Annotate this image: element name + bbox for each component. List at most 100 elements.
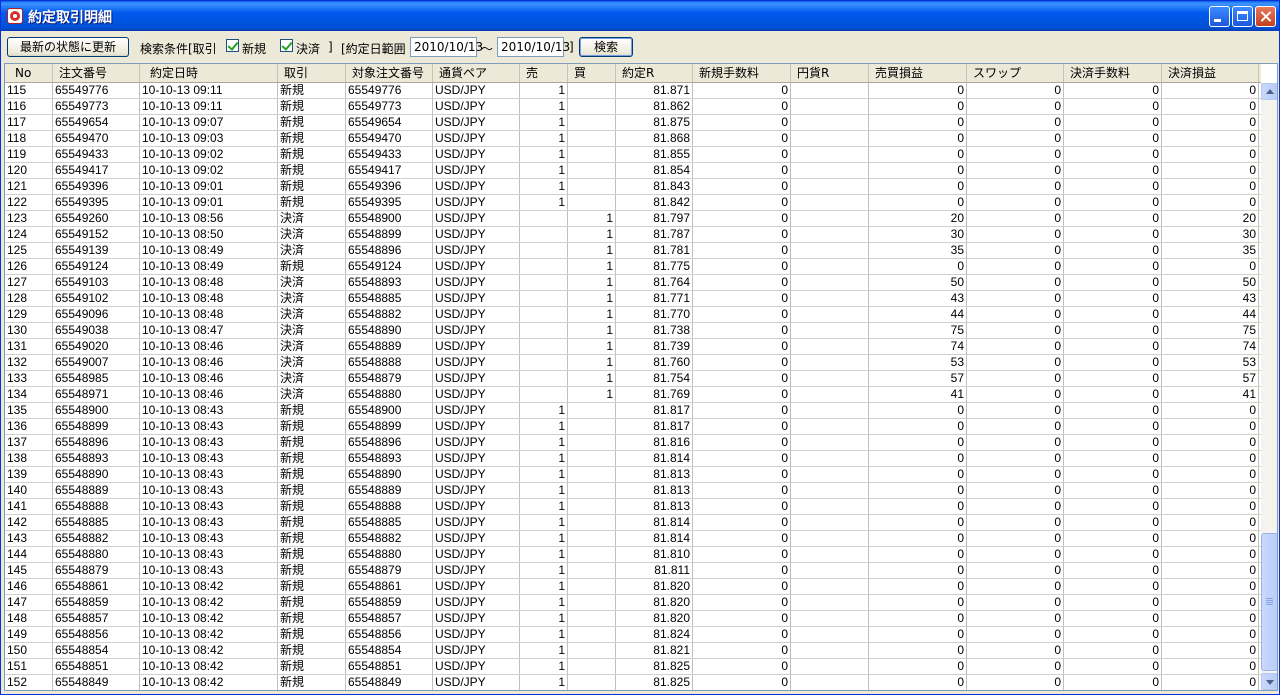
table-row[interactable]: 125 65549139 10-10-13 08:49 決済 65548896 USD/J… xyxy=(5,243,1261,259)
column-header[interactable]: スワップ xyxy=(967,64,1064,82)
table-row[interactable]: 135 65548900 10-10-13 08:43 新規 65548900 USD/J… xyxy=(5,403,1261,419)
table-row[interactable]: 126 65549124 10-10-13 08:49 新規 65549124 USD/J… xyxy=(5,259,1261,275)
table-row[interactable]: 124 65549152 10-10-13 08:50 決済 65548899 USD/J… xyxy=(5,227,1261,243)
table-cell xyxy=(568,675,616,690)
column-header[interactable]: 注文番号 xyxy=(53,64,140,82)
table-cell: 1 xyxy=(568,339,616,354)
settle-checkbox-label[interactable]: 決済 xyxy=(296,40,320,57)
close-button[interactable] xyxy=(1255,6,1276,27)
table-cell: 0 xyxy=(1064,595,1162,610)
table-row[interactable]: 145 65548879 10-10-13 08:43 新規 65548879 USD/J… xyxy=(5,563,1261,579)
table-row[interactable]: 130 65549038 10-10-13 08:47 決済 65548890 USD/J… xyxy=(5,323,1261,339)
column-header[interactable]: 買 xyxy=(568,64,616,82)
date-from-input[interactable]: 2010/10/13 xyxy=(410,37,483,57)
scroll-down-icon[interactable] xyxy=(1261,673,1277,690)
table-cell: 0 xyxy=(967,147,1064,162)
column-header[interactable]: 決済手数料 xyxy=(1064,64,1162,82)
table-row[interactable]: 118 65549470 10-10-13 09:03 新規 65549470 USD/J… xyxy=(5,131,1261,147)
table-row[interactable]: 142 65548885 10-10-13 08:43 新規 65548885 USD/J… xyxy=(5,515,1261,531)
column-header[interactable]: 通貨ペア xyxy=(433,64,520,82)
table-cell xyxy=(791,547,869,562)
column-header[interactable]: 円貨R xyxy=(791,64,869,82)
table-row[interactable]: 129 65549096 10-10-13 08:48 決済 65548882 USD/J… xyxy=(5,307,1261,323)
app-icon[interactable] xyxy=(7,8,23,24)
table-cell: 0 xyxy=(693,131,791,146)
table-row[interactable]: 123 65549260 10-10-13 08:56 決済 65548900 USD/J… xyxy=(5,211,1261,227)
table-cell: 81.814 xyxy=(616,515,693,530)
table-cell: 144 xyxy=(5,547,53,562)
table-row[interactable]: 152 65548849 10-10-13 08:42 新規 65548849 USD/J… xyxy=(5,675,1261,690)
date-range-label: [約定日範囲 xyxy=(341,42,406,56)
table-row[interactable]: 150 65548854 10-10-13 08:42 新規 65548854 USD/J… xyxy=(5,643,1261,659)
table-cell: 新規 xyxy=(278,611,346,626)
table-cell: 0 xyxy=(693,291,791,306)
table-cell: 65548880 xyxy=(346,387,433,402)
column-header[interactable]: 新規手数料 xyxy=(693,64,791,82)
table-row[interactable]: 143 65548882 10-10-13 08:43 新規 65548882 USD/J… xyxy=(5,531,1261,547)
new-checkbox-label[interactable]: 新規 xyxy=(242,40,266,57)
table-cell: 決済 xyxy=(278,275,346,290)
table-row[interactable]: 146 65548861 10-10-13 08:42 新規 65548861 USD/J… xyxy=(5,579,1261,595)
table-row[interactable]: 136 65548899 10-10-13 08:43 新規 65548899 USD/J… xyxy=(5,419,1261,435)
table-cell: 65549417 xyxy=(346,163,433,178)
table-row[interactable]: 127 65549103 10-10-13 08:48 決済 65548893 USD/J… xyxy=(5,275,1261,291)
search-button[interactable]: 検索 xyxy=(579,37,633,57)
table-row[interactable]: 138 65548893 10-10-13 08:43 新規 65548893 USD/J… xyxy=(5,451,1261,467)
table-row[interactable]: 117 65549654 10-10-13 09:07 新規 65549654 USD/J… xyxy=(5,115,1261,131)
table-cell: 81.843 xyxy=(616,179,693,194)
table-cell: 65548859 xyxy=(346,595,433,610)
table-row[interactable]: 132 65549007 10-10-13 08:46 決済 65548888 USD/J… xyxy=(5,355,1261,371)
date-to-input[interactable]: 2010/10/13 xyxy=(497,37,570,57)
table-row[interactable]: 122 65549395 10-10-13 09:01 新規 65549395 USD/J… xyxy=(5,195,1261,211)
new-checkbox[interactable] xyxy=(226,39,239,52)
table-cell: 1 xyxy=(520,579,568,594)
table-cell: 0 xyxy=(693,579,791,594)
vertical-scrollbar[interactable] xyxy=(1261,83,1277,690)
column-header[interactable]: 売買損益 xyxy=(869,64,967,82)
table-row[interactable]: 119 65549433 10-10-13 09:02 新規 65549433 USD/J… xyxy=(5,147,1261,163)
column-header[interactable]: 約定R xyxy=(616,64,693,82)
table-row[interactable]: 148 65548857 10-10-13 08:42 新規 65548857 USD/J… xyxy=(5,611,1261,627)
table-row[interactable]: 147 65548859 10-10-13 08:42 新規 65548859 USD/J… xyxy=(5,595,1261,611)
table-row[interactable]: 133 65548985 10-10-13 08:46 決済 65548879 USD/J… xyxy=(5,371,1261,387)
table-cell: 1 xyxy=(520,643,568,658)
column-header[interactable]: 対象注文番号 xyxy=(346,64,433,82)
table-cell: 134 xyxy=(5,387,53,402)
column-header[interactable]: 売 xyxy=(520,64,568,82)
table-cell: 0 xyxy=(1162,627,1259,642)
scroll-thumb[interactable] xyxy=(1261,533,1277,671)
table-row[interactable]: 131 65549020 10-10-13 08:46 決済 65548889 USD/J… xyxy=(5,339,1261,355)
table-row[interactable]: 144 65548880 10-10-13 08:43 新規 65548880 USD/J… xyxy=(5,547,1261,563)
settle-checkbox[interactable] xyxy=(280,39,293,52)
table-cell: 0 xyxy=(1162,643,1259,658)
table-row[interactable]: 140 65548889 10-10-13 08:43 新規 65548889 USD/J… xyxy=(5,483,1261,499)
table-row[interactable]: 115 65549776 10-10-13 09:11 新規 65549776 USD/J… xyxy=(5,83,1261,99)
minimize-button[interactable] xyxy=(1209,6,1230,27)
refresh-button[interactable]: 最新の状態に更新 xyxy=(7,37,129,57)
table-cell xyxy=(568,611,616,626)
title-bar[interactable]: 約定取引明細 xyxy=(1,1,1279,31)
table-row[interactable]: 149 65548856 10-10-13 08:42 新規 65548856 USD/J… xyxy=(5,627,1261,643)
table-row[interactable]: 120 65549417 10-10-13 09:02 新規 65549417 USD/J… xyxy=(5,163,1261,179)
table-row[interactable]: 116 65549773 10-10-13 09:11 新規 65549773 USD/J… xyxy=(5,99,1261,115)
toolbar: 最新の状態に更新 検索条件[取引 新規 決済 ] [約定日範囲 2010/10/… xyxy=(1,31,1279,61)
trade-table: No 注文番号 約定日時 取引 対象注文番号 通貨ペア売買約定R 新規手数料 円貨R 売買損益ス… xyxy=(4,63,1278,691)
maximize-button[interactable] xyxy=(1232,6,1253,27)
table-cell: 0 xyxy=(1064,195,1162,210)
table-row[interactable]: 121 65549396 10-10-13 09:01 新規 65549396 USD/J… xyxy=(5,179,1261,195)
table-cell: 1 xyxy=(520,195,568,210)
table-cell: 10-10-13 08:42 xyxy=(140,611,278,626)
table-cell: 81.820 xyxy=(616,579,693,594)
table-row[interactable]: 141 65548888 10-10-13 08:43 新規 65548888 USD/J… xyxy=(5,499,1261,515)
column-header[interactable]: 約定日時 xyxy=(140,64,278,82)
scroll-up-icon[interactable] xyxy=(1261,83,1277,100)
column-header[interactable]: 決済損益 xyxy=(1162,64,1259,82)
table-row[interactable]: 134 65548971 10-10-13 08:46 決済 65548880 USD/J… xyxy=(5,387,1261,403)
table-row[interactable]: 151 65548851 10-10-13 08:42 新規 65548851 USD/J… xyxy=(5,659,1261,675)
column-header[interactable]: 取引 xyxy=(278,64,346,82)
table-row[interactable]: 137 65548896 10-10-13 08:43 新規 65548896 USD/J… xyxy=(5,435,1261,451)
table-cell: 65549396 xyxy=(346,179,433,194)
table-row[interactable]: 139 65548890 10-10-13 08:43 新規 65548890 USD/J… xyxy=(5,467,1261,483)
table-row[interactable]: 128 65549102 10-10-13 08:48 決済 65548885 USD/J… xyxy=(5,291,1261,307)
column-header[interactable]: No xyxy=(5,64,53,82)
